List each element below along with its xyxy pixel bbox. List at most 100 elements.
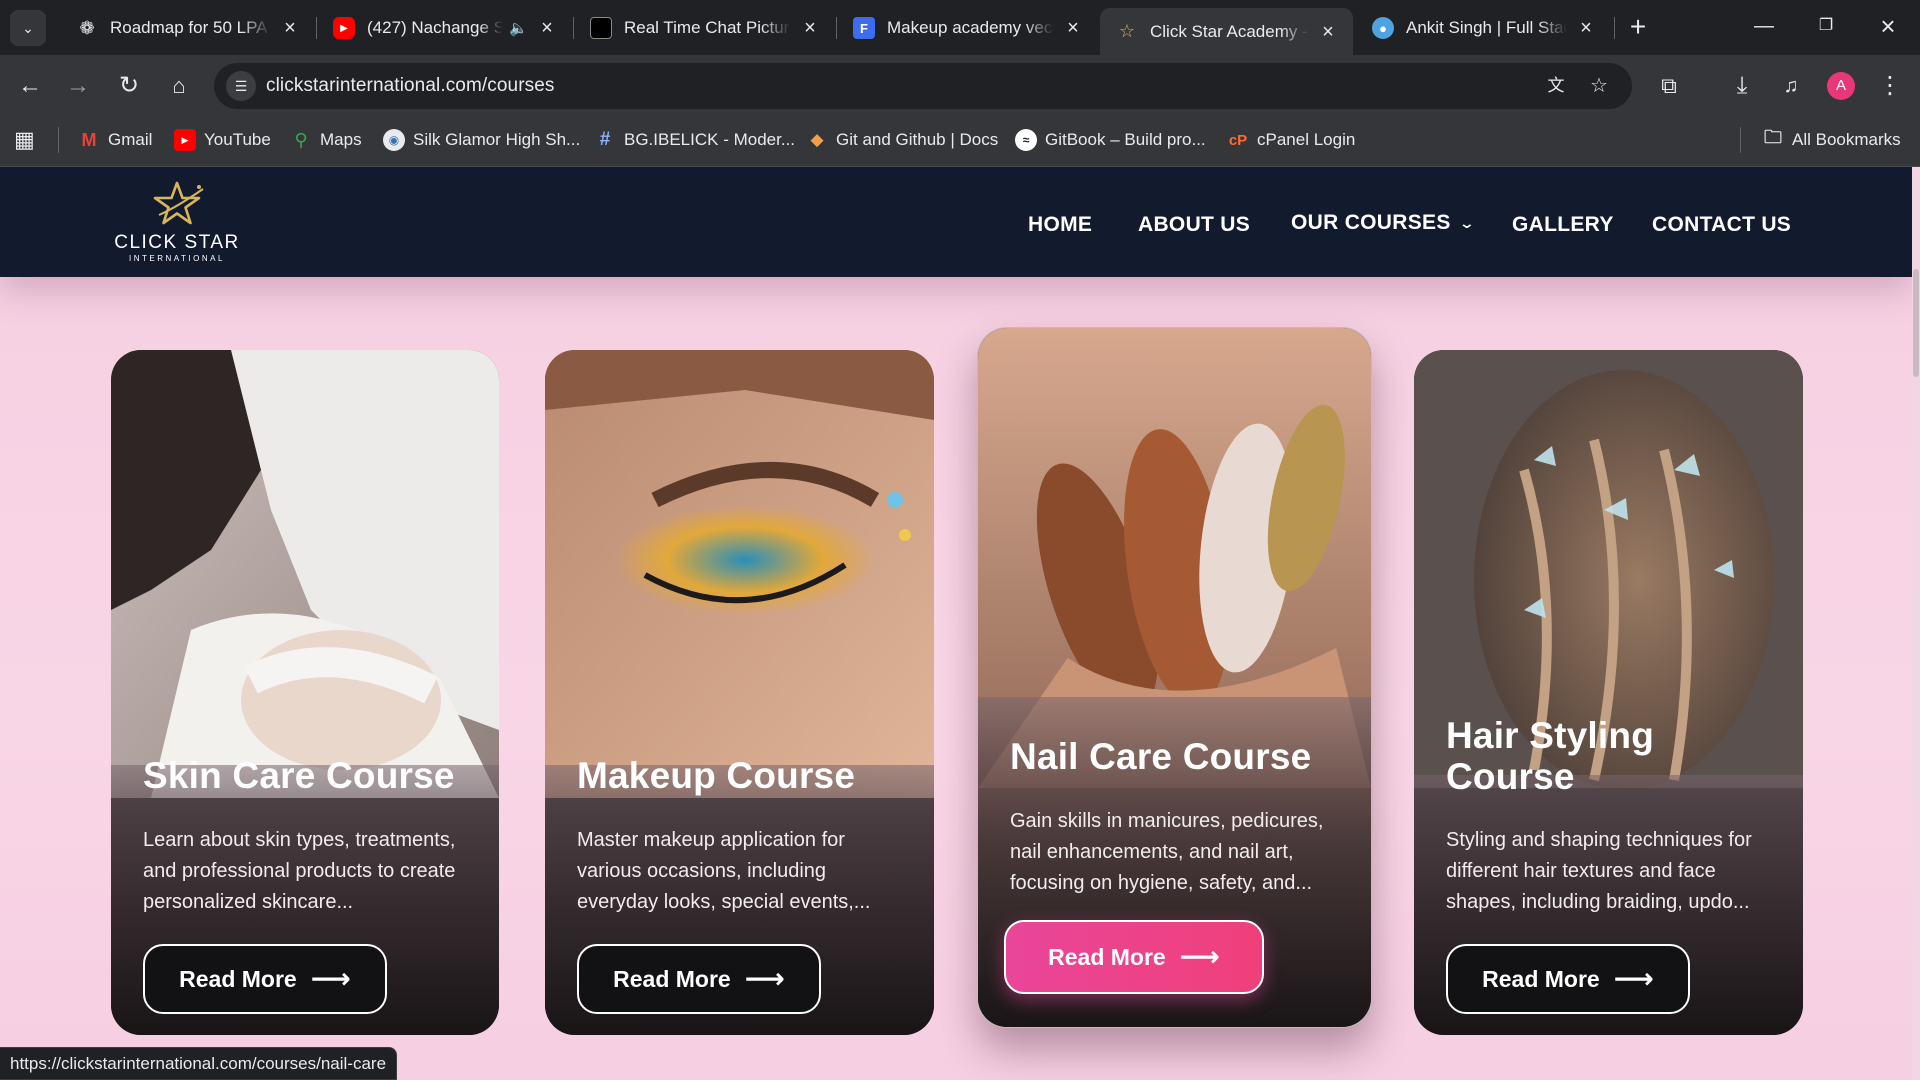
close-icon[interactable]: × xyxy=(799,17,821,39)
tab-title: Real Time Chat Picture xyxy=(624,18,791,37)
new-tab-button[interactable]: + xyxy=(1622,12,1654,44)
youtube-icon: ▶ xyxy=(174,129,196,151)
tab-separator xyxy=(1614,17,1615,39)
cpanel-icon: cP xyxy=(1228,131,1248,149)
media-control-icon[interactable]: ♫ xyxy=(1773,68,1809,104)
logo-star-icon xyxy=(153,181,204,225)
restore-button[interactable]: ❐ xyxy=(1806,10,1846,42)
arrow-right-icon: ⟶ xyxy=(744,963,785,994)
back-button[interactable]: ← xyxy=(12,68,48,104)
hash-icon: # xyxy=(599,129,611,150)
tab-makeup-academy[interactable]: F Makeup academy vect × xyxy=(837,8,1098,48)
tab-search-button[interactable]: ⌄ xyxy=(10,10,46,46)
tab-youtube[interactable]: ▶ (427) Nachange Sa 🔈 × xyxy=(317,8,572,48)
nav-label: OUR COURSES xyxy=(1291,211,1451,234)
bookmark-silk-glamor[interactable]: ◉ Silk Glamor High Sh... xyxy=(383,127,580,153)
nav-label: HOME xyxy=(1028,213,1093,236)
course-description: Learn about skin types, treatments, and … xyxy=(143,829,456,913)
site-logo[interactable]: CLICK STAR INTERNATIONAL xyxy=(112,179,242,269)
bookmark-label: cPanel Login xyxy=(1257,130,1356,149)
close-icon[interactable]: × xyxy=(536,17,558,39)
page-viewport: CLICK STAR INTERNATIONAL HOME ABOUT US O… xyxy=(0,167,1920,1080)
site-icon xyxy=(590,17,612,39)
close-icon[interactable]: × xyxy=(1317,21,1339,43)
arrow-right-icon: ⟶ xyxy=(1179,941,1220,972)
address-bar[interactable]: ☰ clickstarinternational.com/courses 文 ☆ xyxy=(214,63,1632,109)
tab-title: (427) Nachange Sa xyxy=(367,18,504,37)
tab-ankit-singh[interactable]: ● Ankit Singh | Full Stack × xyxy=(1356,8,1611,48)
course-description: Gain skills in manicures, pedicures, nai… xyxy=(1010,810,1324,894)
bookmark-separator xyxy=(1740,127,1741,153)
download-icon[interactable]: ⤓ xyxy=(1724,68,1760,104)
tab-title: Click Star Academy - C xyxy=(1150,21,1309,41)
bookmark-label: Git and Github | Docs xyxy=(836,130,999,149)
read-more-button[interactable]: Read More ⟶ xyxy=(577,944,821,1014)
youtube-icon: ▶ xyxy=(333,17,355,39)
nav-label: ABOUT US xyxy=(1138,213,1251,236)
bookmark-label: GitBook – Build pro... xyxy=(1045,130,1206,149)
page-scrollbar[interactable] xyxy=(1912,167,1920,1080)
site-header: CLICK STAR INTERNATIONAL HOME ABOUT US O… xyxy=(0,167,1912,277)
bookmark-label: Gmail xyxy=(108,130,153,149)
read-more-button[interactable]: Read More ⟶ xyxy=(143,944,387,1014)
close-icon[interactable]: × xyxy=(279,17,301,39)
nav-label: GALLERY xyxy=(1512,213,1614,236)
forward-button[interactable]: → xyxy=(60,68,96,104)
nav-home[interactable]: HOME xyxy=(1028,213,1092,237)
scrollbar-thumb[interactable] xyxy=(1913,269,1919,377)
tab-click-star-academy[interactable]: ☆ Click Star Academy - C × xyxy=(1100,8,1353,55)
skin-care-image xyxy=(111,350,499,798)
bookmark-gmail[interactable]: M Gmail xyxy=(78,127,153,153)
button-label: Read More xyxy=(179,965,297,992)
close-icon[interactable]: × xyxy=(1575,17,1597,39)
status-bar-url: https://clickstarinternational.com/cours… xyxy=(0,1047,398,1080)
course-card-nail-care[interactable]: Nail Care Course Gain skills in manicure… xyxy=(977,327,1372,1028)
nav-contact-us[interactable]: CONTACT US xyxy=(1652,213,1791,237)
tab-title: Makeup academy vect xyxy=(887,18,1054,37)
bookmark-maps[interactable]: ⚲ Maps xyxy=(290,127,361,153)
translate-icon[interactable]: 文 xyxy=(1541,71,1571,101)
tab-roadmap[interactable]: ❁ Roadmap for 50 LPA × xyxy=(60,8,315,48)
menu-icon[interactable]: ⋮ xyxy=(1872,68,1908,104)
course-title: Hair Styling Course xyxy=(1446,715,1654,797)
bookmark-gitbook[interactable]: ≈ GitBook – Build pro... xyxy=(1015,127,1206,153)
profile-avatar[interactable]: A xyxy=(1827,72,1855,100)
course-card-makeup[interactable]: Makeup Course Master makeup application … xyxy=(545,350,934,1035)
read-more-button[interactable]: Read More ⟶ xyxy=(1004,920,1264,994)
home-button[interactable]: ⌂ xyxy=(161,68,197,104)
bookmark-bg-ibelick[interactable]: # BG.IBELICK - Moder... xyxy=(594,127,795,153)
all-bookmarks-button[interactable]: 🗀 All Bookmarks xyxy=(1762,127,1901,153)
close-icon[interactable]: × xyxy=(1062,17,1084,39)
close-window-button[interactable]: × xyxy=(1868,10,1908,42)
button-label: Read More xyxy=(613,965,731,992)
bookmark-separator xyxy=(58,127,59,153)
button-label: Read More xyxy=(1048,943,1166,970)
bookmark-youtube[interactable]: ▶ YouTube xyxy=(174,127,271,153)
tab-title: Ankit Singh | Full Stack xyxy=(1406,18,1567,37)
course-card-hair-styling[interactable]: Hair Styling Course Styling and shaping … xyxy=(1414,350,1803,1035)
course-title: Makeup Course xyxy=(577,755,856,796)
maps-icon: ⚲ xyxy=(294,129,308,150)
nav-about-us[interactable]: ABOUT US xyxy=(1138,213,1250,237)
site-info-icon[interactable]: ☰ xyxy=(226,71,256,101)
all-bookmarks-label: All Bookmarks xyxy=(1792,130,1901,149)
speaker-icon[interactable]: 🔈 xyxy=(509,19,528,37)
gitbook-icon: ≈ xyxy=(1015,129,1037,151)
bookmark-label: BG.IBELICK - Moder... xyxy=(624,130,796,149)
nav-gallery[interactable]: GALLERY xyxy=(1512,213,1614,237)
read-more-button[interactable]: Read More ⟶ xyxy=(1446,944,1690,1014)
url-text[interactable]: clickstarinternational.com/courses xyxy=(266,75,555,97)
bookmark-cpanel[interactable]: cP cPanel Login xyxy=(1227,127,1356,153)
reload-button[interactable]: ↻ xyxy=(111,68,147,104)
extensions-icon[interactable]: ⧉ xyxy=(1651,68,1687,104)
tab-realtime-chat[interactable]: Real Time Chat Picture × xyxy=(574,8,835,48)
apps-icon[interactable]: ▦ xyxy=(14,127,35,153)
star-icon: ☆ xyxy=(1118,21,1136,41)
minimize-button[interactable]: — xyxy=(1744,10,1784,42)
git-icon: ◆ xyxy=(810,130,824,149)
arrow-right-icon: ⟶ xyxy=(310,963,351,994)
bookmark-star-icon[interactable]: ☆ xyxy=(1584,71,1614,101)
bookmark-git-github[interactable]: ◆ Git and Github | Docs xyxy=(806,127,998,153)
course-card-skin-care[interactable]: Skin Care Course Learn about skin types,… xyxy=(111,350,499,1035)
nav-our-courses[interactable]: OUR COURSES ⌄ xyxy=(1291,211,1475,235)
